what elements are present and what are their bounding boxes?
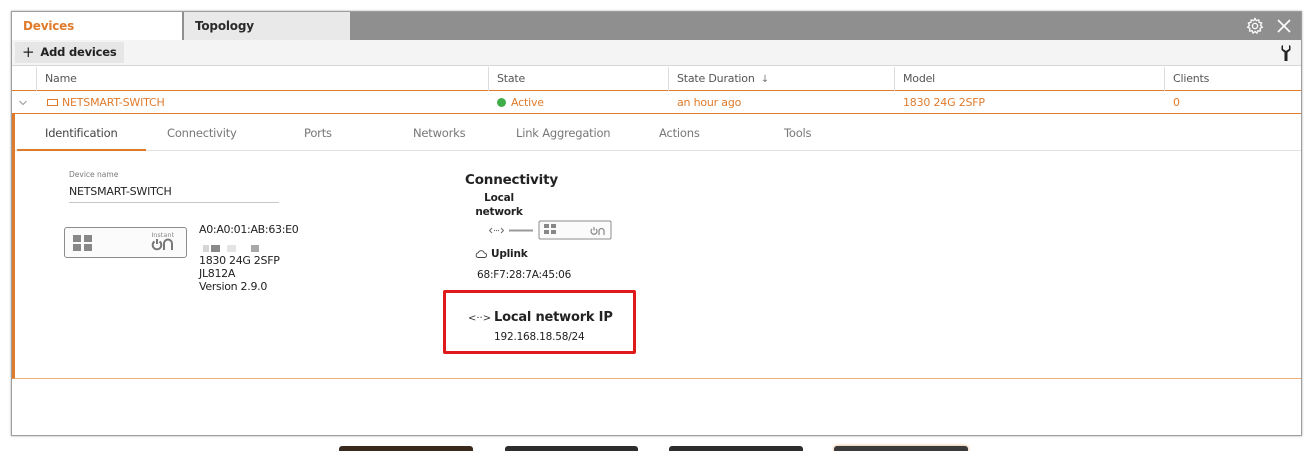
state-duration-cell: an hour ago: [677, 96, 742, 109]
tab-devices[interactable]: Devices: [12, 12, 182, 40]
network-icon: <··>: [468, 313, 492, 324]
device-version: Version 2.9.0: [199, 280, 268, 293]
device-model: 1830 24G 2SFP: [199, 254, 280, 267]
clients-cell: 0: [1173, 96, 1180, 109]
state-cell: Active: [489, 92, 669, 114]
detail-tabs: Identification Connectivity Ports Networ…: [15, 114, 1301, 151]
port-block: [84, 235, 92, 242]
state-duration-label: State Duration: [677, 72, 755, 85]
port-block: [84, 244, 92, 251]
local-network-ip-title: Local network IP: [494, 310, 613, 325]
wrench-icon[interactable]: [1280, 44, 1292, 62]
port-block: [73, 244, 81, 251]
switch-icon: [538, 220, 612, 240]
taskbar-thumbnail[interactable]: [339, 446, 473, 451]
cloud-icon: [475, 250, 487, 258]
device-name-label: Device name: [69, 170, 119, 179]
toolbar: + Add devices: [12, 40, 1301, 66]
redacted-text: [227, 245, 236, 252]
table-row[interactable]: NETSMART-SWITCH Active an hour ago 1830 …: [12, 92, 1301, 114]
taskbar-thumbnail[interactable]: [669, 446, 803, 451]
sort-arrow-icon: ↓: [760, 74, 770, 85]
tab-topology[interactable]: Topology: [184, 12, 350, 40]
column-header-state[interactable]: State: [488, 67, 668, 91]
tab-link-aggregation[interactable]: Link Aggregation: [516, 114, 611, 151]
device-name-text: NETSMART-SWITCH: [62, 96, 165, 109]
uplink-label: Uplink: [491, 248, 528, 260]
tab-tools[interactable]: Tools: [784, 114, 812, 151]
device-detail-panel: Identification Connectivity Ports Networ…: [12, 114, 1301, 379]
plus-icon: +: [22, 43, 35, 61]
network-icon: [488, 227, 505, 234]
column-header-state-duration[interactable]: State Duration ↓: [668, 67, 894, 91]
uplink-heading: Uplink: [475, 248, 528, 260]
device-name-cell[interactable]: NETSMART-SWITCH: [39, 92, 488, 114]
status-active-dot: [497, 98, 506, 107]
tab-ports[interactable]: Ports: [304, 114, 332, 151]
table-header: Name State State Duration ↓ Model Client…: [12, 67, 1301, 91]
title-bar: Devices Topology: [12, 12, 1301, 40]
tab-networks[interactable]: Networks: [413, 114, 466, 151]
model-cell: 1830 24G 2SFP: [903, 96, 985, 109]
uplink-mac: 68:F7:28:7A:45:06: [477, 269, 572, 281]
expand-column-header: [12, 67, 36, 91]
close-icon[interactable]: [1275, 17, 1293, 35]
taskbar-thumbnail[interactable]: [505, 446, 638, 451]
device-mac: A0:A0:01:AB:63:E0: [199, 223, 299, 236]
switch-icon: [47, 99, 58, 106]
topology-diagram: [488, 220, 612, 240]
redacted-text: [251, 245, 259, 252]
chevron-down-icon[interactable]: [18, 98, 28, 108]
connectivity-title: Connectivity: [465, 172, 558, 188]
local-network-ip-highlight: <··> Local network IP 192.168.18.58/24: [443, 290, 636, 354]
column-header-name[interactable]: Name: [36, 67, 488, 91]
tab-identification[interactable]: Identification: [17, 114, 146, 151]
devices-window: Devices Topology + Add devices Name Stat…: [11, 11, 1302, 436]
device-image: Instant: [64, 227, 187, 258]
local-network-label: Local network: [475, 192, 523, 218]
device-sku: JL812A: [199, 267, 236, 280]
column-header-model[interactable]: Model: [894, 67, 1164, 91]
tab-actions[interactable]: Actions: [659, 114, 700, 151]
instant-on-logo-icon: [151, 238, 173, 251]
add-devices-button[interactable]: + Add devices: [15, 42, 125, 63]
local-network-ip-value: 192.168.18.58/24: [494, 331, 585, 343]
taskbar-thumbnail[interactable]: [834, 446, 968, 451]
add-devices-label: Add devices: [40, 45, 117, 59]
device-name-field[interactable]: NETSMART-SWITCH: [69, 182, 279, 203]
gear-icon[interactable]: [1246, 17, 1264, 35]
tab-connectivity[interactable]: Connectivity: [167, 114, 237, 151]
redacted-text: [203, 245, 209, 252]
state-text: Active: [511, 96, 544, 109]
column-header-clients[interactable]: Clients: [1164, 67, 1301, 91]
port-block: [73, 235, 81, 242]
redacted-text: [211, 245, 220, 252]
